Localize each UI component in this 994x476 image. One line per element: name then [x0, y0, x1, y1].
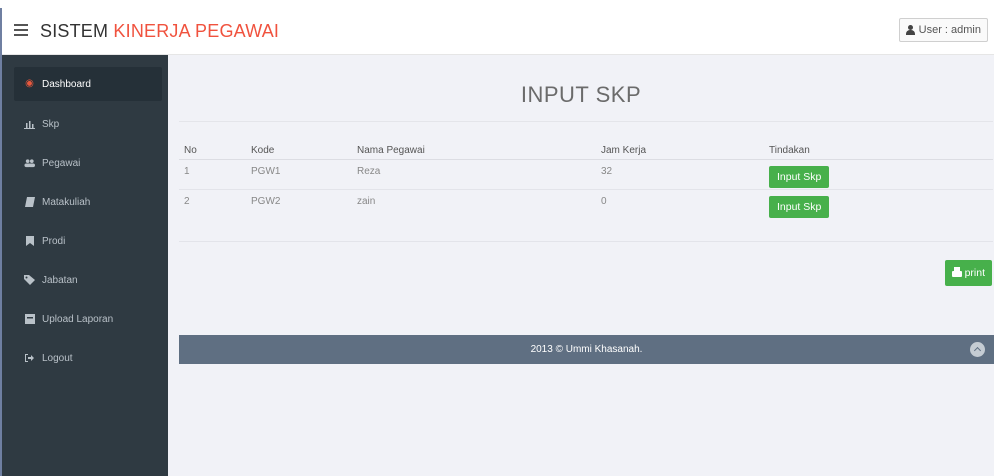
- main-content: INPUT SKP No Kode Nama Pegawai Jam Kerja…: [168, 55, 994, 476]
- divider: [179, 121, 993, 122]
- tag-icon: [24, 275, 35, 286]
- sidebar-item-label: Logout: [42, 352, 73, 364]
- bookmark-icon: [24, 236, 35, 247]
- footer: 2013 © Ummi Khasanah.: [179, 335, 994, 364]
- cell-kode: PGW2: [251, 196, 281, 207]
- cell-nama: zain: [357, 196, 376, 207]
- cell-no: 2: [184, 196, 190, 207]
- sidebar-item-upload-laporan[interactable]: Upload Laporan: [14, 302, 162, 336]
- brand-title: SISTEM KINERJA PEGAWAI: [40, 21, 279, 42]
- sidebar-item-label: Upload Laporan: [42, 313, 114, 325]
- sidebar-item-pegawai[interactable]: Pegawai: [14, 146, 162, 180]
- sidebar-item-label: Matakuliah: [42, 196, 91, 208]
- page-title: INPUT SKP: [520, 82, 642, 107]
- print-label: print: [964, 267, 985, 279]
- table-header-row: No Kode Nama Pegawai Jam Kerja Tindakan: [179, 138, 993, 160]
- sidebar-item-label: Pegawai: [42, 157, 81, 169]
- cell-no: 1: [184, 166, 190, 177]
- user-icon: [905, 25, 915, 35]
- cell-kode: PGW1: [251, 166, 281, 177]
- sidebar-item-logout[interactable]: Logout: [14, 341, 162, 375]
- sidebar-item-label: Jabatan: [42, 274, 78, 286]
- input-skp-button[interactable]: Input Skp: [769, 166, 830, 188]
- bar-chart-icon: [24, 119, 35, 130]
- divider: [179, 241, 993, 242]
- cell-jam-kerja: 32: [601, 166, 613, 177]
- sidebar-item-skp[interactable]: Skp: [14, 107, 162, 141]
- dashboard-icon: ◉: [25, 78, 34, 89]
- brand-prefix: SISTEM: [40, 21, 114, 41]
- users-icon: [24, 158, 35, 169]
- column-header-tindakan: Tindakan: [769, 145, 810, 156]
- sidebar-item-label: Prodi: [42, 235, 66, 247]
- column-header-kode: Kode: [251, 145, 275, 156]
- column-header-no: No: [184, 145, 197, 156]
- table-row: 1 PGW1 Reza 32 Input Skp: [179, 160, 993, 190]
- sidebar-item-matakuliah[interactable]: Matakuliah: [14, 185, 162, 219]
- brand-accent: KINERJA PEGAWAI: [113, 21, 280, 41]
- column-header-jam-kerja: Jam Kerja: [601, 145, 647, 156]
- skp-table: No Kode Nama Pegawai Jam Kerja Tindakan …: [179, 138, 993, 225]
- footer-text: 2013 © Ummi Khasanah.: [530, 344, 643, 355]
- input-skp-button[interactable]: Input Skp: [769, 196, 830, 218]
- sidebar-item-jabatan[interactable]: Jabatan: [14, 263, 162, 297]
- sidebar-item-dashboard[interactable]: ◉ Dashboard: [14, 67, 162, 101]
- sidebar: ◉ Dashboard Skp Pegawai Matakuliah Prodi…: [2, 55, 168, 476]
- sidebar-item-label: Skp: [42, 118, 60, 130]
- user-menu-button[interactable]: User : admin: [898, 18, 988, 42]
- cell-jam-kerja: 0: [601, 196, 607, 207]
- sidebar-item-label: Dashboard: [42, 78, 91, 90]
- table-row: 2 PGW2 zain 0 Input Skp: [179, 190, 993, 225]
- column-header-nama: Nama Pegawai: [357, 145, 425, 156]
- cell-nama: Reza: [357, 166, 381, 177]
- print-button[interactable]: print: [944, 260, 992, 286]
- book-icon: [24, 197, 35, 208]
- menu-toggle-icon[interactable]: [14, 24, 28, 36]
- logout-icon: [24, 353, 35, 364]
- sidebar-item-prodi[interactable]: Prodi: [14, 224, 162, 258]
- scroll-to-top-icon[interactable]: [970, 342, 985, 357]
- printer-icon: [951, 267, 962, 277]
- user-label: User : admin: [918, 24, 981, 36]
- top-header: SISTEM KINERJA PEGAWAI User : admin: [2, 8, 994, 55]
- upload-icon: [24, 314, 35, 325]
